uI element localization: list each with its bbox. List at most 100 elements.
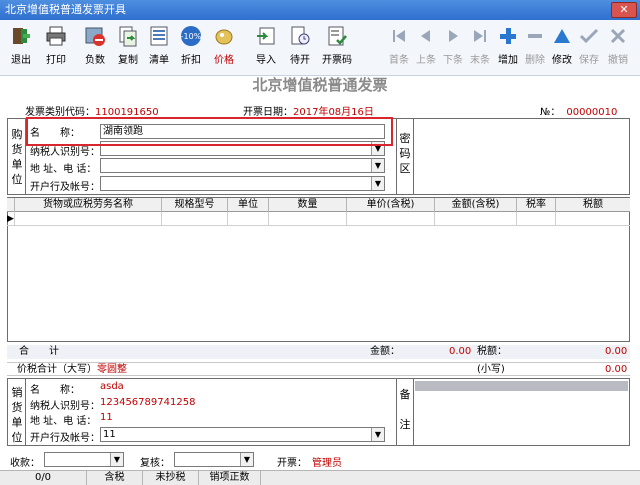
save-button[interactable]: 保存 (574, 25, 604, 66)
seller-name-label: 名 称： (30, 385, 80, 396)
exit-button[interactable]: 退出 (6, 25, 36, 66)
issue-code-button[interactable]: 开票码 (320, 25, 354, 66)
cell-spec[interactable] (162, 212, 228, 226)
discount-button[interactable]: -10% 折扣 (176, 25, 206, 66)
col-header-unit: 单位 (228, 198, 269, 212)
note-field[interactable] (415, 381, 628, 391)
reviewer-label: 复核： (140, 458, 170, 469)
chevron-down-icon[interactable]: ▼ (371, 177, 384, 190)
prev-button[interactable]: 上条 (411, 25, 441, 66)
negative-button[interactable]: 负数 (80, 25, 110, 66)
buyer-name-highlight (26, 117, 393, 146)
toolbar: 退出 打印 负数 复制 清单 -10% 折扣 价格 导入 待开 开票码 首条 上… (0, 20, 640, 76)
first-icon (388, 25, 410, 47)
small-label: (小写) (477, 364, 505, 375)
cipher-area-label: 密 码 区 (399, 132, 411, 175)
pending-button[interactable]: 待开 (285, 25, 315, 66)
cell-qty[interactable] (269, 212, 347, 226)
invoice-number: №： 00000010 (540, 103, 617, 118)
issuer-label: 开票： (277, 458, 307, 469)
print-button[interactable]: 打印 (41, 25, 71, 66)
status-bar: 0/0 含税 未抄税 销项正数 (0, 470, 640, 485)
items-grid-header: 货物或应税劳务名称 规格型号 单位 数量 单价(含税) 金额(含税) 税率 税额 (7, 198, 630, 212)
seller-name-value: asda (100, 381, 124, 392)
chevron-down-icon[interactable]: ▼ (240, 453, 253, 466)
issue-date: 开票日期：2017年08月16日 (243, 103, 374, 118)
amount-value: 0.00 (449, 346, 472, 357)
cancel-button[interactable]: 撤销 (603, 25, 633, 66)
import-button[interactable]: 导入 (251, 25, 281, 66)
first-button[interactable]: 首条 (384, 25, 414, 66)
amount-label: 金额： (370, 346, 400, 357)
buyer-address-label: 地 址、电 话： (30, 164, 97, 175)
copy-button[interactable]: 复制 (113, 25, 143, 66)
exit-icon (10, 25, 32, 47)
window-title: 北京增值税普通发票开具 (5, 3, 126, 16)
delete-button[interactable]: 删除 (520, 25, 550, 66)
col-header-spec: 规格型号 (162, 198, 228, 212)
tax-label: 税额： (477, 346, 507, 357)
row-marker: ▶ (7, 212, 15, 226)
edit-button[interactable]: 修改 (547, 25, 577, 66)
status-record-count: 0/0 (0, 471, 87, 485)
negative-icon (84, 25, 106, 47)
import-icon (255, 25, 277, 47)
capital-value: 零圆整 (97, 364, 127, 375)
chevron-down-icon[interactable]: ▼ (371, 428, 384, 441)
category-code: 发票类别代码：1100191650 (25, 103, 159, 118)
price-icon (213, 25, 235, 47)
svg-text:-10%: -10% (181, 32, 202, 41)
reviewer-combo[interactable]: ▼ (174, 452, 254, 467)
add-button[interactable]: 增加 (493, 25, 523, 66)
invoice-number-label: №： (540, 107, 561, 118)
capital-total-row: 价税合计（大写） 零圆整 (小写) 0.00 (7, 362, 630, 376)
chevron-down-icon[interactable]: ▼ (371, 159, 384, 172)
seller-bank-combo[interactable]: 11 ▼ (100, 427, 385, 442)
cell-amount[interactable] (435, 212, 517, 226)
seller-taxid-value: 123456789741258 (100, 397, 196, 408)
prev-icon (415, 25, 437, 47)
totals-row: 合 计 金额： 0.00 税额： 0.00 (7, 345, 630, 359)
status-not-copied: 未抄税 (143, 471, 199, 485)
seller-section-label: 销 货 单 位 (11, 386, 23, 444)
col-header-price: 单价(含税) (347, 198, 435, 212)
col-header-amount: 金额(含税) (435, 198, 517, 212)
cell-tax[interactable] (556, 212, 630, 226)
list-button[interactable]: 清单 (144, 25, 174, 66)
add-icon (497, 25, 519, 47)
sum-label: 合 计 (19, 346, 59, 357)
cell-goods[interactable] (15, 212, 162, 226)
buyer-section-label: 购 货 单 位 (11, 128, 23, 186)
print-icon (45, 25, 67, 47)
payee-label: 收款： (10, 458, 40, 469)
col-header-tax: 税额 (583, 199, 603, 210)
price-button[interactable]: 价格 (209, 25, 239, 66)
close-button[interactable]: ✕ (611, 2, 637, 18)
list-icon (148, 25, 170, 47)
discount-icon: -10% (178, 25, 204, 47)
seller-taxid-label: 纳税人识别号： (30, 401, 100, 412)
delete-icon (524, 25, 546, 47)
seller-bank-label: 开户行及帐号： (30, 433, 100, 444)
copy-icon (117, 25, 139, 47)
last-icon (469, 25, 491, 47)
next-button[interactable]: 下条 (438, 25, 468, 66)
tax-value: 0.00 (605, 346, 628, 357)
seller-address-label: 地 址、电 话： (30, 416, 97, 427)
payee-combo[interactable]: ▼ (44, 452, 124, 467)
col-header-rate: 税率 (517, 198, 556, 212)
buyer-address-combo[interactable]: ▼ (100, 158, 385, 173)
cell-price[interactable] (347, 212, 435, 226)
status-output-positive: 销项正数 (199, 471, 261, 485)
cell-rate[interactable] (517, 212, 556, 226)
chevron-down-icon[interactable]: ▼ (110, 453, 123, 466)
table-row[interactable]: ▶ (7, 212, 630, 226)
last-button[interactable]: 末条 (465, 25, 495, 66)
pending-icon (289, 25, 311, 47)
buyer-bank-combo[interactable]: ▼ (100, 176, 385, 191)
small-value: 0.00 (605, 364, 628, 375)
cell-unit[interactable] (228, 212, 269, 226)
save-icon (578, 25, 600, 47)
invoice-title: 北京增值税普通发票 (252, 76, 388, 94)
cancel-icon (607, 25, 629, 47)
